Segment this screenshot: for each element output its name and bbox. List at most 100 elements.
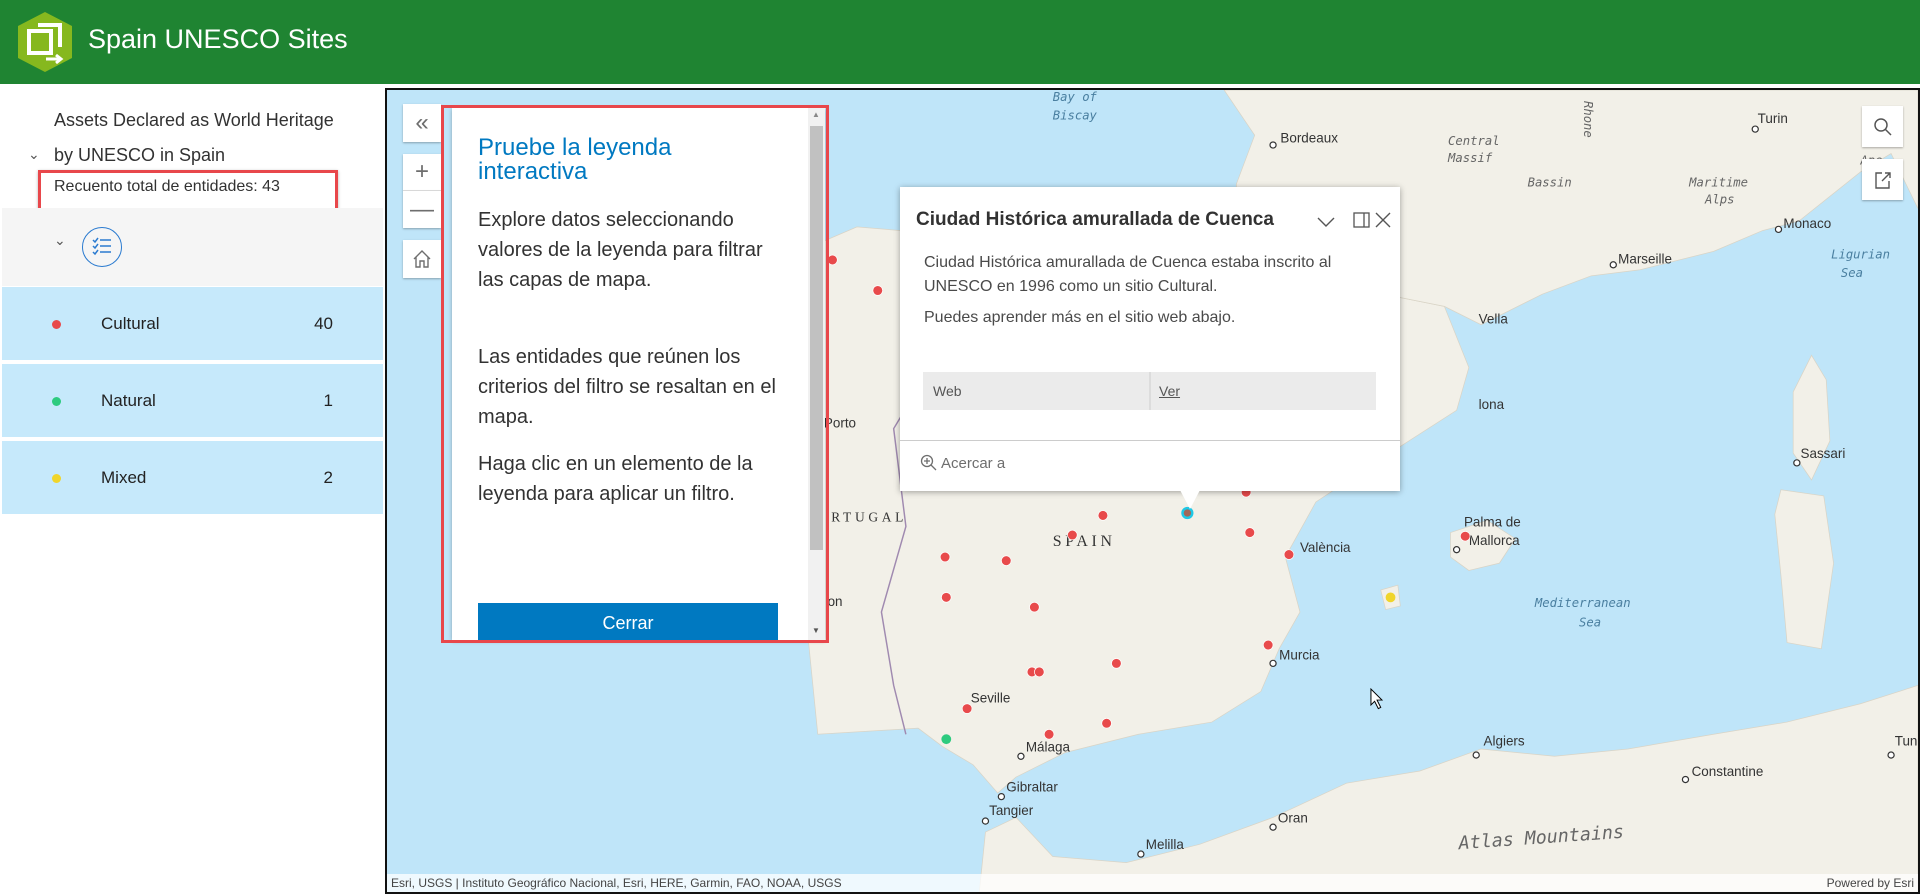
water-label: Biscay: [1053, 108, 1098, 122]
layer-collapse-chevron-icon[interactable]: ⌄: [28, 146, 40, 163]
cultural-site-point: [1283, 549, 1295, 560]
layer-title-line2: by UNESCO in Spain: [54, 145, 226, 165]
popup-title: Ciudad Histórica amurallada de Cuenca: [916, 209, 1274, 230]
attribution-text[interactable]: Esri, USGS | Instituto Geográfico Nacion…: [391, 876, 842, 890]
zoom-in-magnifier-icon: [920, 454, 937, 471]
map-label: Gibraltar: [1006, 780, 1058, 795]
cultural-site-point: [961, 703, 973, 714]
cultural-site-point: [1459, 530, 1471, 542]
search-button[interactable]: [1862, 106, 1903, 147]
legend-count: 1: [323, 391, 333, 410]
map-label: on: [828, 594, 843, 609]
cultural-site-point: [939, 551, 951, 563]
plus-icon: +: [414, 158, 429, 185]
cultural-site-point: [1000, 555, 1012, 566]
map-label: Palma de: [1464, 514, 1521, 529]
close-icon[interactable]: [1374, 211, 1392, 229]
app-header: Spain UNESCO Sites: [0, 0, 1920, 84]
map-label: Constantine: [1692, 764, 1764, 779]
feature-popup: Ciudad Histórica amurallada de Cuenca Ci…: [900, 187, 1400, 491]
dock-icon[interactable]: [1352, 210, 1372, 230]
legend-label: Cultural: [101, 314, 160, 333]
legend-item-cultural[interactable]: Cultural 40: [2, 287, 383, 362]
legend-count: 2: [323, 468, 333, 487]
attribution-bar: Esri, USGS | Instituto Geográfico Nacion…: [387, 874, 1918, 892]
legend-count: 40: [314, 314, 333, 333]
divider: [900, 440, 1400, 441]
terrain-label: Massif: [1447, 151, 1493, 165]
share-button[interactable]: [1862, 159, 1903, 200]
legend-header: ⌄: [2, 208, 383, 286]
map-label: Bordeaux: [1280, 131, 1338, 146]
home-button[interactable]: [403, 240, 441, 278]
zoom-out-button[interactable]: —: [403, 191, 441, 228]
cultural-site-point: [827, 254, 838, 266]
terrain-label: Alps: [1704, 193, 1734, 207]
map-label: Seville: [971, 691, 1011, 706]
popup-field-row: Web Ver: [923, 372, 1376, 410]
collapse-panel-button[interactable]: «: [403, 104, 441, 142]
cultural-site-point: [1101, 718, 1112, 729]
terrain-label: Bassin: [1528, 176, 1572, 190]
water-label: Sea: [1841, 266, 1863, 280]
divider: [1149, 372, 1151, 410]
map-label: Algiers: [1484, 733, 1525, 748]
map-label: Melilla: [1146, 837, 1185, 852]
water-label: Bay of: [1053, 90, 1098, 104]
minus-icon: —: [410, 195, 434, 223]
popup-description: Ciudad Histórica amurallada de Cuenca es…: [924, 254, 1332, 295]
terrain-label: Central: [1448, 134, 1500, 148]
cultural-site-point: [941, 592, 952, 603]
legend-collapse-chevron-icon[interactable]: ⌄: [54, 232, 66, 249]
map-label: Oran: [1278, 810, 1308, 825]
cultural-site-point: [1262, 639, 1274, 651]
search-icon: [1873, 117, 1892, 136]
map-label: Tun: [1895, 733, 1918, 748]
cultural-site-point: [1043, 729, 1055, 740]
map-label: València: [1300, 540, 1351, 555]
natural-site-point: [941, 734, 952, 745]
map-label: Málaga: [1026, 739, 1071, 754]
app-title: Spain UNESCO Sites: [88, 24, 348, 54]
zoom-to-button[interactable]: Acercar a: [920, 454, 1005, 472]
map-label: Tangier: [989, 803, 1034, 818]
country-label: RTUGAL: [831, 510, 907, 525]
double-chevron-left-icon: «: [415, 109, 429, 136]
mixed-site-point: [1385, 592, 1396, 603]
legend-label: Mixed: [101, 468, 147, 487]
home-icon: [413, 250, 431, 268]
cultural-site-point: [1244, 527, 1256, 538]
legend-item-mixed[interactable]: Mixed 2: [2, 441, 383, 516]
map-label: Vella: [1479, 312, 1509, 327]
feature-count: Recuento total de entidades: 43: [54, 178, 280, 195]
popup-description: Puedes aprender más en el sitio web abaj…: [924, 309, 1236, 326]
filter-list-icon[interactable]: [82, 227, 122, 267]
legend-item-natural[interactable]: Natural 1: [2, 364, 383, 439]
mixed-dot-icon: [52, 474, 61, 483]
cultural-site-point: [1029, 601, 1040, 613]
map-label: Murcia: [1279, 648, 1320, 663]
cultural-dot-icon: [52, 320, 61, 329]
powered-by[interactable]: Powered by Esri: [1827, 876, 1914, 890]
zoom-to-label: Acercar a: [941, 454, 1006, 472]
terrain-label: Maritime: [1688, 176, 1748, 190]
water-label: Sea: [1579, 616, 1601, 630]
field-name: Web: [933, 383, 962, 399]
share-icon: [1874, 171, 1891, 189]
natural-dot-icon: [52, 397, 61, 406]
highlight-box: [441, 105, 829, 643]
zoom-in-button[interactable]: +: [403, 154, 441, 191]
cultural-site-point: [1111, 658, 1122, 669]
cultural-site-point: [872, 285, 884, 296]
country-label: SPAIN: [1053, 533, 1116, 550]
map-label: Monaco: [1783, 216, 1831, 231]
web-link[interactable]: Ver: [1159, 383, 1180, 399]
map-label: Sassari: [1801, 446, 1846, 461]
water-label: Ligurian: [1831, 248, 1890, 262]
map-label: Turin: [1758, 111, 1788, 126]
popup-pointer: [1180, 490, 1200, 509]
cultural-site-point: [1097, 510, 1109, 521]
chevron-down-icon[interactable]: [1316, 215, 1336, 229]
cultural-site-point: [1067, 529, 1078, 541]
map-label: lona: [1479, 397, 1505, 412]
